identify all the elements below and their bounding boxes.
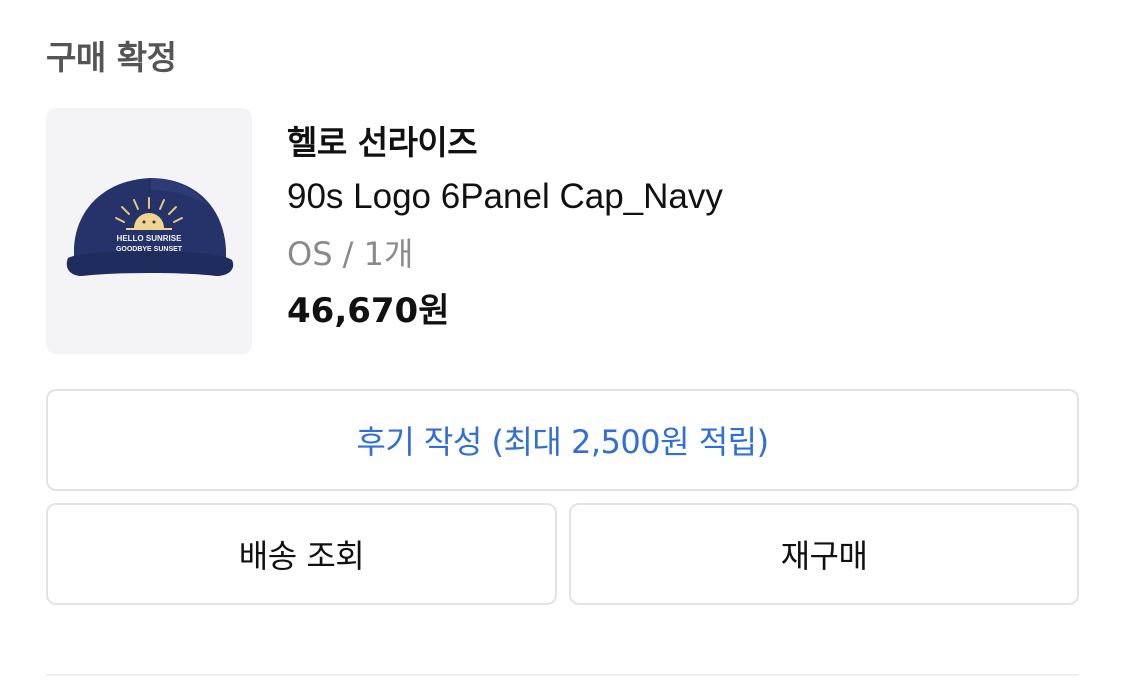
section-divider — [46, 674, 1079, 676]
product-brand[interactable]: 헬로 선라이즈 — [287, 118, 723, 168]
rebuy-label: 재구매 — [780, 537, 868, 575]
cap-text-line2: GOODBYE SUNSET — [116, 246, 183, 253]
product-name[interactable]: 90s Logo 6Panel Cap_Navy — [287, 168, 723, 226]
rebuy-button[interactable]: 재구매 — [569, 503, 1079, 605]
track-delivery-label: 배송 조회 — [238, 537, 365, 575]
cap-text-line1: HELLO SUNRISE — [117, 234, 183, 243]
product-price: 46,670원 — [287, 291, 450, 331]
order-status-title: 구매 확정 — [46, 38, 177, 77]
product-image[interactable]: HELLO SUNRISE GOODBYE SUNSET — [46, 108, 252, 354]
product-info: 헬로 선라이즈 90s Logo 6Panel Cap_Navy OS / 1개… — [287, 118, 723, 340]
cap-illustration: HELLO SUNRISE GOODBYE SUNSET — [66, 178, 234, 276]
order-card: 구매 확정 HELLO SUNRISE GOODBYE SUNSET 헬로 선라… — [0, 0, 1125, 689]
write-review-button[interactable]: 후기 작성 (최대 2,500원 적립) — [46, 389, 1079, 491]
product-option: OS / 1개 — [287, 235, 414, 273]
track-delivery-button[interactable]: 배송 조회 — [46, 503, 557, 605]
write-review-label: 후기 작성 (최대 2,500원 적립) — [356, 423, 769, 461]
